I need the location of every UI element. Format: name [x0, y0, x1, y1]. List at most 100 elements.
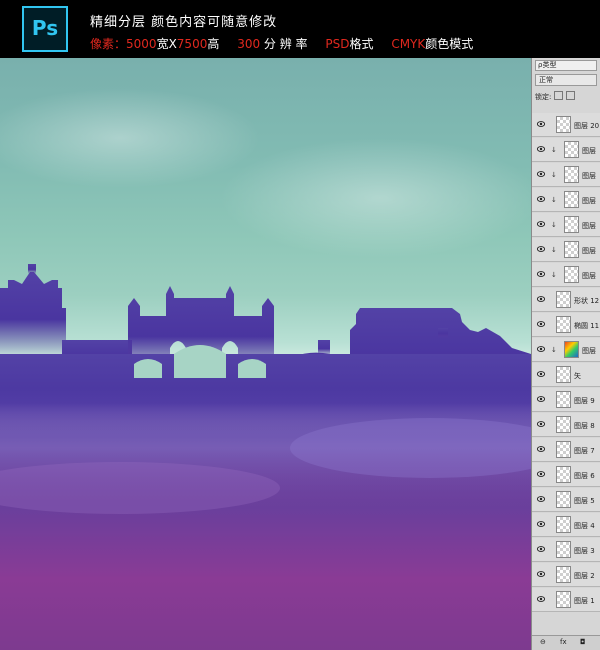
- layer-thumbnail: [556, 541, 571, 558]
- visibility-eye-icon[interactable]: [537, 446, 545, 452]
- layer-row[interactable]: 图层 20: [532, 113, 600, 137]
- layer-name: 形状 12: [574, 297, 600, 305]
- layer-name: 图层 6: [574, 472, 595, 480]
- layer-name: 图层 3: [574, 547, 595, 555]
- layer-name: 图层: [582, 347, 596, 355]
- layer-thumbnail: [556, 316, 571, 333]
- photoshop-logo-icon: Ps: [22, 6, 68, 52]
- visibility-eye-icon[interactable]: [537, 596, 545, 602]
- visibility-eye-icon[interactable]: [537, 221, 545, 227]
- visibility-eye-icon[interactable]: [537, 321, 545, 327]
- layer-thumbnail: [564, 266, 579, 283]
- layer-row[interactable]: ↓ 图层: [532, 263, 600, 287]
- layer-row[interactable]: ↓ 图层: [532, 188, 600, 212]
- visibility-eye-icon[interactable]: [537, 196, 545, 202]
- promo-banner: Ps 精细分层 颜色内容可随意修改 像素：5000宽X7500高 300 分 辨…: [0, 0, 600, 58]
- layer-row[interactable]: ↓ 图层: [532, 338, 600, 362]
- visibility-eye-icon[interactable]: [537, 546, 545, 552]
- layers-panel-footer: ⊖ fx ◘: [532, 635, 600, 650]
- layer-thumbnail: [564, 166, 579, 183]
- layer-thumbnail: [556, 116, 571, 133]
- layer-thumbnail: [556, 491, 571, 508]
- lock-label: 锁定:: [535, 93, 552, 101]
- layer-filter-dropdown[interactable]: ρ类型: [535, 60, 597, 71]
- layer-thumbnail: [564, 216, 579, 233]
- layer-row[interactable]: 图层 2: [532, 563, 600, 587]
- link-icon[interactable]: ⊖: [540, 638, 546, 646]
- layer-row[interactable]: ↓ 图层: [532, 138, 600, 162]
- visibility-eye-icon[interactable]: [537, 246, 545, 252]
- layer-name: 图层: [582, 247, 596, 255]
- layer-name: 图层 20: [574, 122, 600, 130]
- visibility-eye-icon[interactable]: [537, 396, 545, 402]
- fx-icon[interactable]: fx: [560, 638, 567, 646]
- layers-panel: ρ类型 正常 锁定: 图层 20 ↓ 图层 ↓ 图层 ↓ 图层 ↓ 图层 ↓ 图层 ↓ 图层 形状 12 椭…: [531, 58, 600, 650]
- lock-controls: 锁定:: [535, 91, 576, 102]
- layer-row[interactable]: ↓ 图层: [532, 213, 600, 237]
- visibility-eye-icon[interactable]: [537, 571, 545, 577]
- layer-name: 图层: [582, 272, 596, 280]
- layer-row[interactable]: 椭圆 11: [532, 313, 600, 337]
- spec-format: PSD格式: [325, 37, 374, 51]
- layer-row[interactable]: 图层 6: [532, 463, 600, 487]
- layer-thumbnail: [556, 416, 571, 433]
- banner-specs: 像素：5000宽X7500高 300 分 辨 率 PSD格式 CMYK颜色模式: [90, 35, 487, 52]
- visibility-eye-icon[interactable]: [537, 371, 545, 377]
- clipping-mask-icon: ↓: [551, 146, 557, 154]
- layer-thumbnail: [556, 516, 571, 533]
- sky-cloud: [220, 138, 531, 258]
- spec-color-mode: CMYK颜色模式: [391, 37, 474, 51]
- layer-row[interactable]: 图层 4: [532, 513, 600, 537]
- city-silhouette-artwork: [0, 88, 531, 514]
- layer-row[interactable]: 图层 5: [532, 488, 600, 512]
- clipping-mask-icon: ↓: [551, 196, 557, 204]
- spec-pixels: 像素：5000宽X7500高: [90, 37, 220, 51]
- visibility-eye-icon[interactable]: [537, 346, 545, 352]
- layer-name: 图层: [582, 172, 596, 180]
- layer-thumbnail: [564, 141, 579, 158]
- visibility-eye-icon[interactable]: [537, 471, 545, 477]
- visibility-eye-icon[interactable]: [537, 171, 545, 177]
- layer-row[interactable]: 图层 3: [532, 538, 600, 562]
- clipping-mask-icon: ↓: [551, 346, 557, 354]
- sky-cloud: [0, 88, 260, 188]
- layer-row[interactable]: ↓ 图层: [532, 238, 600, 262]
- artwork-canvas[interactable]: [0, 58, 531, 650]
- clipping-mask-icon: ↓: [551, 171, 557, 179]
- layer-thumbnail: [564, 341, 579, 358]
- blend-mode-dropdown[interactable]: 正常: [535, 74, 597, 86]
- visibility-eye-icon[interactable]: [537, 521, 545, 527]
- layer-row[interactable]: 图层 1: [532, 588, 600, 612]
- layer-row[interactable]: 图层 7: [532, 438, 600, 462]
- layer-thumbnail: [556, 291, 571, 308]
- lock-position-icon[interactable]: [566, 91, 576, 100]
- layer-thumbnail: [556, 441, 571, 458]
- layer-thumbnail: [564, 241, 579, 258]
- clipping-mask-icon: ↓: [551, 271, 557, 279]
- visibility-eye-icon[interactable]: [537, 146, 545, 152]
- visibility-eye-icon[interactable]: [537, 121, 545, 127]
- visibility-eye-icon[interactable]: [537, 421, 545, 427]
- layer-thumbnail: [556, 466, 571, 483]
- layer-name: 图层 5: [574, 497, 595, 505]
- visibility-eye-icon[interactable]: [537, 296, 545, 302]
- visibility-eye-icon[interactable]: [537, 271, 545, 277]
- layer-name: 图层 2: [574, 572, 595, 580]
- lock-pixels-icon[interactable]: [554, 91, 564, 100]
- layer-thumbnail: [564, 191, 579, 208]
- spec-resolution: 300 分 辨 率: [237, 37, 308, 51]
- mask-icon[interactable]: ◘: [580, 638, 586, 646]
- layer-row[interactable]: 图层 9: [532, 388, 600, 412]
- layer-row[interactable]: 形状 12: [532, 288, 600, 312]
- banner-title: 精细分层 颜色内容可随意修改: [90, 15, 278, 30]
- layer-row[interactable]: 图层 8: [532, 413, 600, 437]
- layer-thumbnail: [556, 366, 571, 383]
- visibility-eye-icon[interactable]: [537, 496, 545, 502]
- layer-name: 图层 9: [574, 397, 595, 405]
- clipping-mask-icon: ↓: [551, 221, 557, 229]
- layer-row[interactable]: 矢: [532, 363, 600, 387]
- layer-name: 图层 4: [574, 522, 595, 530]
- layer-thumbnail: [556, 566, 571, 583]
- layer-row[interactable]: ↓ 图层: [532, 163, 600, 187]
- layer-name: 矢: [574, 372, 581, 380]
